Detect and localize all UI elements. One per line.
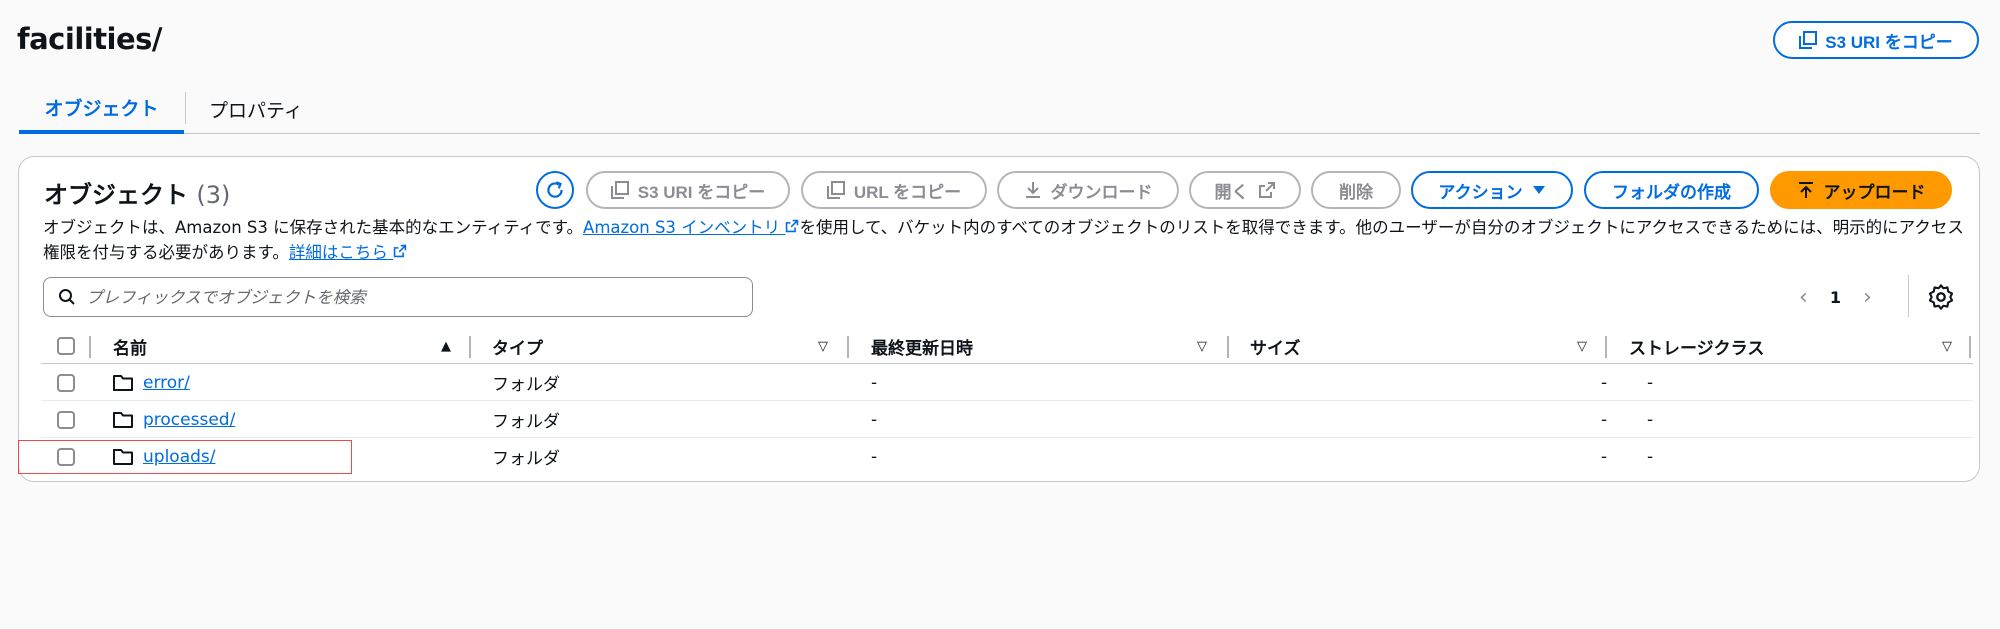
- actions-dropdown-button[interactable]: アクション: [1411, 171, 1573, 209]
- column-divider[interactable]: [1227, 336, 1229, 358]
- table-row: error/ フォルダ - - -: [41, 364, 1973, 401]
- open-button[interactable]: 開く: [1189, 171, 1301, 209]
- copy-url-button[interactable]: URL をコピー: [801, 171, 987, 209]
- table-row: uploads/ フォルダ - - -: [41, 438, 1973, 475]
- sort-toggle-icon[interactable]: ▽: [818, 328, 828, 364]
- object-name-link[interactable]: error/: [143, 373, 190, 393]
- copy-s3-uri-header-label: S3 URI をコピー: [1825, 32, 1953, 52]
- page-title: facilities/: [17, 22, 163, 56]
- row-checkbox[interactable]: [57, 447, 75, 466]
- row-checkbox[interactable]: [57, 410, 75, 429]
- upload-icon: [1798, 182, 1813, 198]
- object-name-link[interactable]: processed/: [143, 410, 235, 430]
- tab-divider: [185, 92, 186, 124]
- column-divider[interactable]: [469, 336, 471, 358]
- copy-icon: [826, 181, 845, 199]
- object-name-link[interactable]: uploads/: [143, 447, 215, 467]
- settings-gear-icon[interactable]: [1927, 283, 1955, 311]
- sort-toggle-icon[interactable]: ▽: [1197, 328, 1207, 364]
- s3-inventory-link-label: Amazon S3 インベントリ: [583, 218, 781, 237]
- current-page[interactable]: 1: [1830, 288, 1841, 307]
- folder-icon: [113, 411, 133, 428]
- object-size: -: [1601, 446, 1608, 467]
- delete-button[interactable]: 削除: [1311, 171, 1401, 209]
- object-last-modified: -: [871, 372, 878, 393]
- object-last-modified: -: [871, 409, 878, 430]
- pager-divider: [1908, 275, 1909, 317]
- column-divider[interactable]: [1605, 336, 1607, 358]
- search-icon: [59, 289, 75, 305]
- table-row: processed/ フォルダ - - -: [41, 401, 1973, 438]
- learn-more-label: 詳細はこちら: [288, 243, 388, 262]
- object-type: フォルダ: [492, 375, 560, 395]
- object-type: フォルダ: [492, 412, 560, 432]
- row-checkbox[interactable]: [57, 373, 75, 392]
- select-all-checkbox[interactable]: [57, 337, 75, 355]
- upload-label: アップロード: [1823, 182, 1926, 202]
- object-storage-class: -: [1647, 409, 1654, 430]
- download-button[interactable]: ダウンロード: [997, 171, 1179, 209]
- object-type: フォルダ: [492, 449, 560, 469]
- objects-panel: オブジェクト (3) S3 URI をコピー URL をコピー ダウンロード 開…: [18, 156, 1980, 482]
- external-link-icon: [786, 219, 799, 233]
- copy-icon: [1799, 31, 1818, 49]
- panel-title: オブジェクト (3): [44, 175, 230, 210]
- copy-url-label: URL をコピー: [853, 182, 962, 202]
- prev-page-icon[interactable]: ‹: [1799, 285, 1808, 310]
- delete-label: 削除: [1339, 182, 1373, 202]
- object-count: (3): [196, 181, 231, 209]
- tab-bar: オブジェクト プロパティ: [19, 84, 1980, 134]
- copy-s3-uri-header-button[interactable]: S3 URI をコピー: [1773, 21, 1979, 59]
- column-header-size[interactable]: サイズ: [1250, 328, 1301, 364]
- folder-icon: [113, 448, 133, 465]
- search-input[interactable]: [86, 287, 726, 307]
- refresh-button[interactable]: [536, 171, 574, 209]
- s3-folder-page: facilities/ S3 URI をコピー オブジェクト プロパティ オブジ…: [0, 0, 2000, 629]
- s3-inventory-link[interactable]: Amazon S3 インベントリ: [583, 218, 799, 237]
- search-box: [43, 277, 753, 317]
- caret-down-icon: [1532, 186, 1545, 194]
- upload-button[interactable]: アップロード: [1770, 171, 1952, 209]
- panel-title-text: オブジェクト: [44, 181, 188, 209]
- column-header-last-modified[interactable]: 最終更新日時: [871, 328, 973, 364]
- next-page-icon[interactable]: ›: [1863, 285, 1872, 310]
- create-folder-label: フォルダの作成: [1612, 182, 1731, 202]
- folder-icon: [113, 374, 133, 391]
- download-label: ダウンロード: [1050, 182, 1153, 202]
- external-link-icon: [1258, 182, 1275, 198]
- open-label: 開く: [1214, 182, 1249, 202]
- copy-icon: [610, 181, 629, 199]
- learn-more-link[interactable]: 詳細はこちら: [289, 243, 407, 262]
- download-icon: [1025, 182, 1040, 198]
- copy-s3-uri-label: S3 URI をコピー: [637, 182, 766, 202]
- external-link-icon: [393, 244, 407, 258]
- table-header: 名前 ▲ タイプ ▽ 最終更新日時 ▽ サイズ ▽ ストレージクラス ▽: [41, 328, 1973, 364]
- sort-ascending-icon[interactable]: ▲: [441, 328, 451, 364]
- select-all-checkbox-cell: [57, 328, 75, 364]
- sort-toggle-icon[interactable]: ▽: [1942, 328, 1952, 364]
- column-header-storage-class[interactable]: ストレージクラス: [1629, 328, 1764, 364]
- pagination: ‹ 1 ›: [1799, 279, 1872, 315]
- objects-table: 名前 ▲ タイプ ▽ 最終更新日時 ▽ サイズ ▽ ストレージクラス ▽ err…: [41, 328, 1973, 475]
- create-folder-button[interactable]: フォルダの作成: [1584, 171, 1759, 209]
- object-storage-class: -: [1647, 372, 1654, 393]
- column-header-type[interactable]: タイプ: [492, 328, 543, 364]
- copy-s3-uri-button[interactable]: S3 URI をコピー: [586, 171, 790, 209]
- sort-toggle-icon[interactable]: ▽: [1577, 328, 1587, 364]
- object-size: -: [1601, 372, 1608, 393]
- panel-description: オブジェクトは、Amazon S3 に保存された基本的なエンティティです。Ama…: [43, 215, 1973, 265]
- object-size: -: [1601, 409, 1608, 430]
- tab-objects[interactable]: オブジェクト: [19, 84, 184, 134]
- column-divider[interactable]: [1969, 336, 1971, 358]
- description-text-1: オブジェクトは、Amazon S3 に保存された基本的なエンティティです。: [43, 218, 584, 237]
- column-header-name[interactable]: 名前: [113, 328, 147, 364]
- actions-label: アクション: [1438, 182, 1523, 202]
- object-last-modified: -: [871, 446, 878, 467]
- column-divider[interactable]: [847, 336, 849, 358]
- refresh-icon: [547, 181, 563, 198]
- column-divider: [89, 336, 91, 358]
- tab-properties[interactable]: プロパティ: [209, 84, 329, 134]
- object-storage-class: -: [1647, 446, 1654, 467]
